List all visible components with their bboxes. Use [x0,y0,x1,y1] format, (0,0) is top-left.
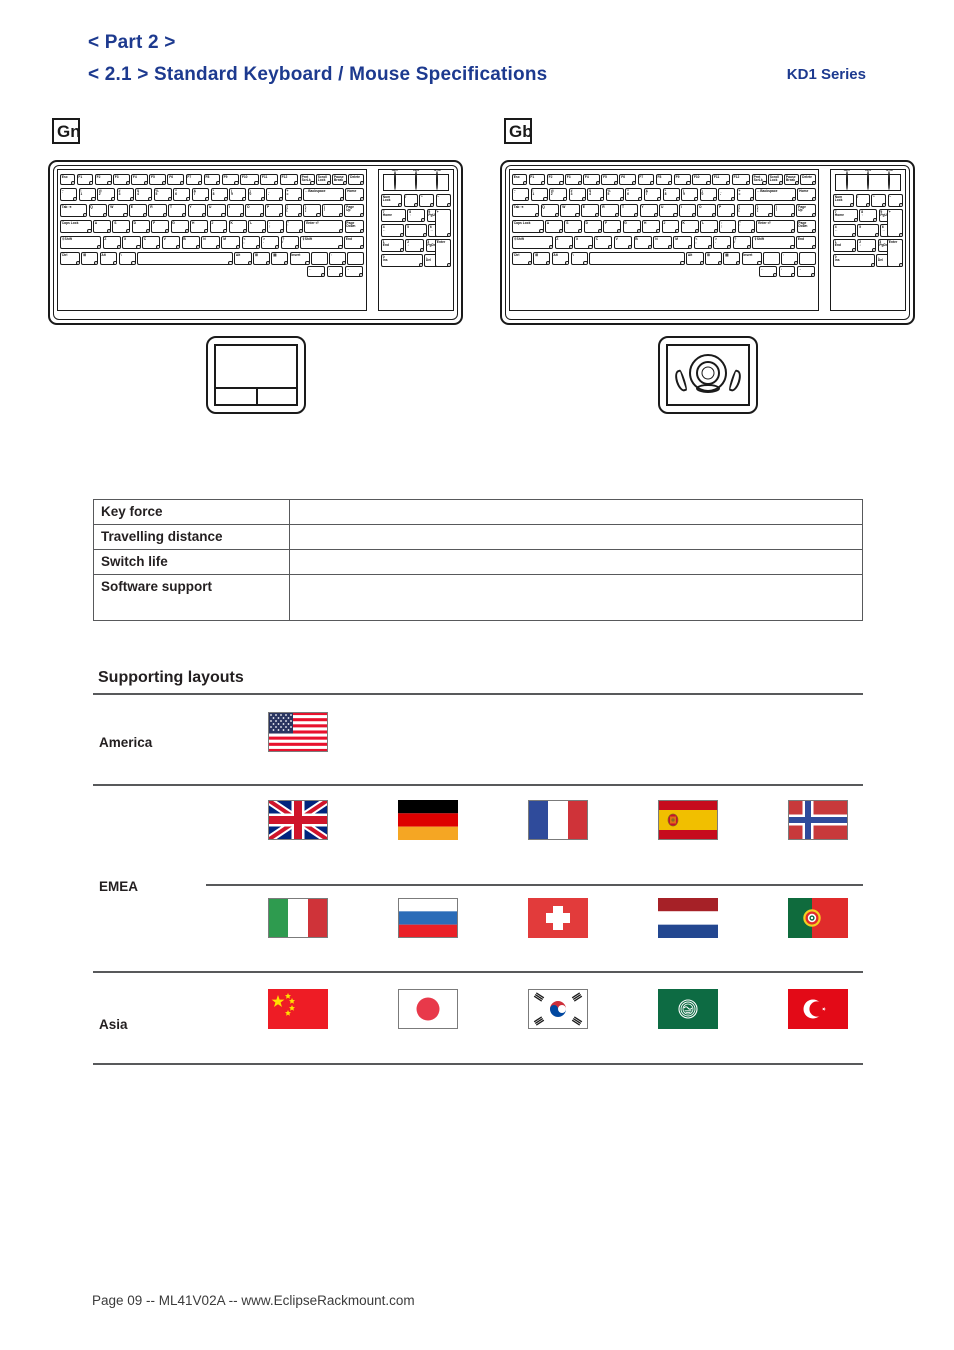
spec-label: Software support [93,574,290,621]
spec-value [289,524,863,550]
flag-kr-icon [528,989,588,1029]
divider [93,971,863,973]
flag-cell [493,898,623,938]
pointing-device-wrap-left [48,336,463,414]
keyboard-diagram-right: Esc F1 F2 F3 F4 F5 F6 F7 F8 F9 F10 F11 F12 Prnt Sc… [500,160,915,325]
table-row: Travelling distance [93,524,863,550]
specifications-table: Key force Travelling distance Switch lif… [93,499,863,621]
trackball-icon [657,336,758,414]
flag-row-america [0,712,954,752]
keyboard-led-indicators: Num Caps Scroll [383,169,449,191]
divider [93,693,863,695]
page-footer: Page 09 -- ML41V02A -- www.EclipseRackmo… [92,1293,415,1308]
divider [93,784,863,786]
spec-value [289,499,863,525]
keyboard-led-indicators: Num Caps Scroll [835,169,901,191]
layout-tag-right: Gb [504,118,532,144]
flag-ru-icon [398,898,458,938]
divider-partial [206,884,863,886]
table-row: Key force [93,499,863,525]
flag-cell [233,800,363,840]
flag-cn-icon [268,989,328,1029]
flag-cell [623,898,753,938]
flag-ch-icon [528,898,588,938]
flag-cell [493,989,623,1029]
series-label: KD1 Series [786,66,866,83]
keyboard-diagram-left: Esc F1 F2 F3 F4 F5 F6 F7 F8 F9 F10 F11 F12 Prnt Sc… [48,160,463,325]
flag-cell [623,989,753,1029]
flag-row-emea-1 [0,800,954,840]
flag-arab-icon [658,989,718,1029]
flag-es-icon [658,800,718,840]
flag-cell [363,898,493,938]
spec-value [289,549,863,575]
spec-label: Key force [93,499,290,525]
flag-it-icon [268,898,328,938]
flag-cell [753,800,883,840]
flag-cell [233,712,363,752]
flag-cell [753,898,883,938]
flag-pt-icon [788,898,848,938]
flag-us-icon [268,712,328,752]
flag-cell [753,989,883,1029]
region-label-emea: EMEA [99,879,139,894]
supporting-layouts-title: Supporting layouts [98,669,244,686]
flag-cell [623,800,753,840]
flag-jp-icon [398,989,458,1029]
layout-tag-left: Gn [52,118,80,144]
keyboard-numpad-block: Num Caps Scroll Num Lock / * − 7 Home 8 ↑ 9 PgU… [830,169,906,311]
pointing-device-wrap-right [500,336,915,414]
flag-de-icon [398,800,458,840]
flag-no-icon [788,800,848,840]
spec-value [289,574,863,621]
flag-tr-icon [788,989,848,1029]
part-heading: < Part 2 > [88,32,176,53]
flag-fr-icon [528,800,588,840]
flag-cell [363,800,493,840]
spec-label: Travelling distance [93,524,290,550]
keyboard-main-block: Esc F1 F2 F3 F4 F5 F6 F7 F8 F9 F10 F11 F12 Prnt Sc… [509,169,819,311]
spec-label: Switch life [93,549,290,575]
flag-row-asia [0,989,954,1029]
flag-cell [493,800,623,840]
flag-gb-icon [268,800,328,840]
page-title: < 2.1 > Standard Keyboard / Mouse Specif… [88,64,548,85]
flag-row-emea-2 [0,898,954,938]
touchpad-icon [205,336,306,414]
table-row: Software support [93,574,863,621]
flag-nl-icon [658,898,718,938]
divider [93,1063,863,1065]
flag-cell [363,989,493,1029]
page-header: < Part 2 > < 2.1 > Standard Keyboard / M… [0,0,954,110]
table-row: Switch life [93,549,863,575]
flag-cell [233,898,363,938]
keyboard-main-block: Esc F1 F2 F3 F4 F5 F6 F7 F8 F9 F10 F11 F12 Prnt Sc… [57,169,367,311]
flag-cell [233,989,363,1029]
keyboard-numpad-block: Num Caps Scroll Num Lock / * − 7 Home 8 ↑ 9 PgU… [378,169,454,311]
